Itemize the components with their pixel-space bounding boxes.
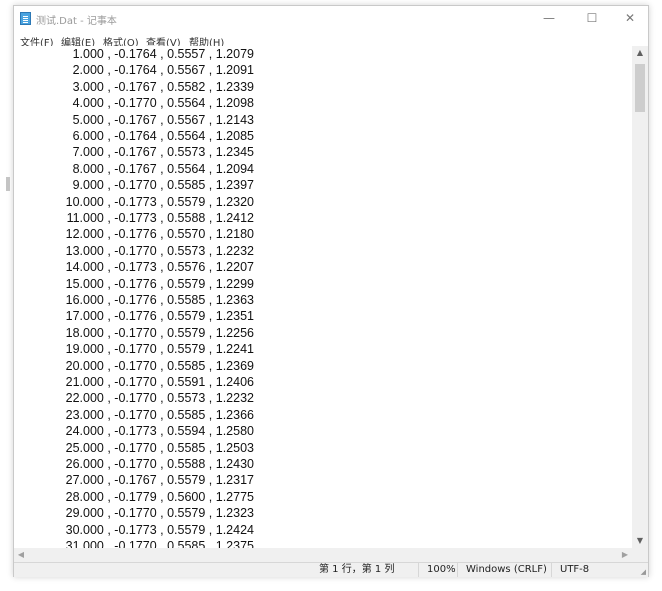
text-line: 5.000 , -0.1767 , 0.5567 , 1.2143 [72,112,254,127]
text-line: 4.000 , -0.1770 , 0.5564 , 1.2098 [72,96,254,111]
text-line: 12.000 , -0.1776 , 0.5570 , 1.2180 [65,227,254,242]
text-line: 10.000 , -0.1773 , 0.5579 , 1.2320 [65,194,254,209]
text-line: 16.000 , -0.1776 , 0.5585 , 1.2363 [65,293,254,307]
text-line: 17.000 , -0.1776 , 0.5579 , 1.2351 [65,309,254,324]
text-line: 8.000 , -0.1767 , 0.5564 , 1.2094 [72,161,254,176]
zoom-level: 100% [418,563,456,577]
text-line: 20.000 , -0.1770 , 0.5585 , 1.2369 [65,358,254,373]
window-title: 测试.Dat - 记事本 [36,16,117,27]
scroll-down-icon[interactable]: ▼ [632,534,648,548]
minimize-button[interactable]: — [531,6,567,30]
scroll-up-icon[interactable]: ▲ [632,46,648,60]
text-line: 31.000 , -0.1770 , 0.5585 , 1.2375 [65,539,254,548]
text-line: 23.000 , -0.1770 , 0.5585 , 1.2366 [65,407,254,422]
text-line: 1.000 , -0.1764 , 0.5557 , 1.2079 [72,47,254,61]
text-line: 24.000 , -0.1773 , 0.5594 , 1.2580 [65,424,254,439]
text-line: 28.000 , -0.1779 , 0.5600 , 1.2775 [65,489,254,504]
text-line: 26.000 , -0.1770 , 0.5588 , 1.2430 [65,457,254,471]
status-bar: 第 1 行，第 1 列 100% Windows (CRLF) UTF-8 ◢ [14,562,648,577]
text-line: 30.000 , -0.1773 , 0.5579 , 1.2424 [65,522,254,537]
text-line: 19.000 , -0.1770 , 0.5579 , 1.2241 [65,342,254,357]
text-line: 3.000 , -0.1767 , 0.5582 , 1.2339 [72,79,254,94]
encoding: UTF-8 [551,563,589,577]
text-line: 29.000 , -0.1770 , 0.5579 , 1.2323 [65,506,254,521]
close-button[interactable]: ✕ [612,6,648,30]
scroll-left-icon[interactable]: ◀ [14,548,28,562]
notepad-window: 测试.Dat - 记事本 — ☐ ✕ 文件(F) 编辑(E) 格式(O) 查看(… [13,5,649,577]
text-line: 6.000 , -0.1764 , 0.5564 , 1.2085 [72,129,254,143]
background-marker [6,177,10,191]
horizontal-scrollbar[interactable]: ◀ ▶ [14,548,632,562]
text-line: 2.000 , -0.1764 , 0.5567 , 1.2091 [72,63,254,78]
text-line: 27.000 , -0.1767 , 0.5579 , 1.2317 [65,473,254,488]
cursor-position: 第 1 行，第 1 列 [319,564,395,575]
text-line: 21.000 , -0.1770 , 0.5591 , 1.2406 [65,375,254,389]
scrollbar-corner [632,548,648,562]
text-line: 18.000 , -0.1770 , 0.5579 , 1.2256 [65,325,254,340]
notepad-icon [20,12,31,25]
vertical-scrollbar[interactable]: ▲ ▼ [632,46,648,548]
line-ending: Windows (CRLF) [457,563,547,577]
text-line: 13.000 , -0.1770 , 0.5573 , 1.2232 [65,243,254,258]
text-line: 14.000 , -0.1773 , 0.5576 , 1.2207 [65,260,254,275]
text-editor[interactable]: 1.000 , -0.1764 , 0.5557 , 1.2079 2.000 ,… [14,46,632,548]
text-line: 22.000 , -0.1770 , 0.5573 , 1.2232 [65,391,254,406]
resize-grip-icon[interactable]: ◢ [641,568,646,576]
text-line: 11.000 , -0.1773 , 0.5588 , 1.2412 [66,211,254,225]
text-line: 15.000 , -0.1776 , 0.5579 , 1.2299 [65,276,254,291]
text-line: 7.000 , -0.1767 , 0.5573 , 1.2345 [72,145,254,160]
vertical-scroll-thumb[interactable] [635,64,645,112]
text-line: 9.000 , -0.1770 , 0.5585 , 1.2397 [72,178,254,193]
title-bar[interactable]: 测试.Dat - 记事本 — ☐ ✕ [14,6,648,32]
text-line: 25.000 , -0.1770 , 0.5585 , 1.2503 [65,440,254,455]
maximize-button[interactable]: ☐ [574,6,610,30]
scroll-right-icon[interactable]: ▶ [618,548,632,562]
